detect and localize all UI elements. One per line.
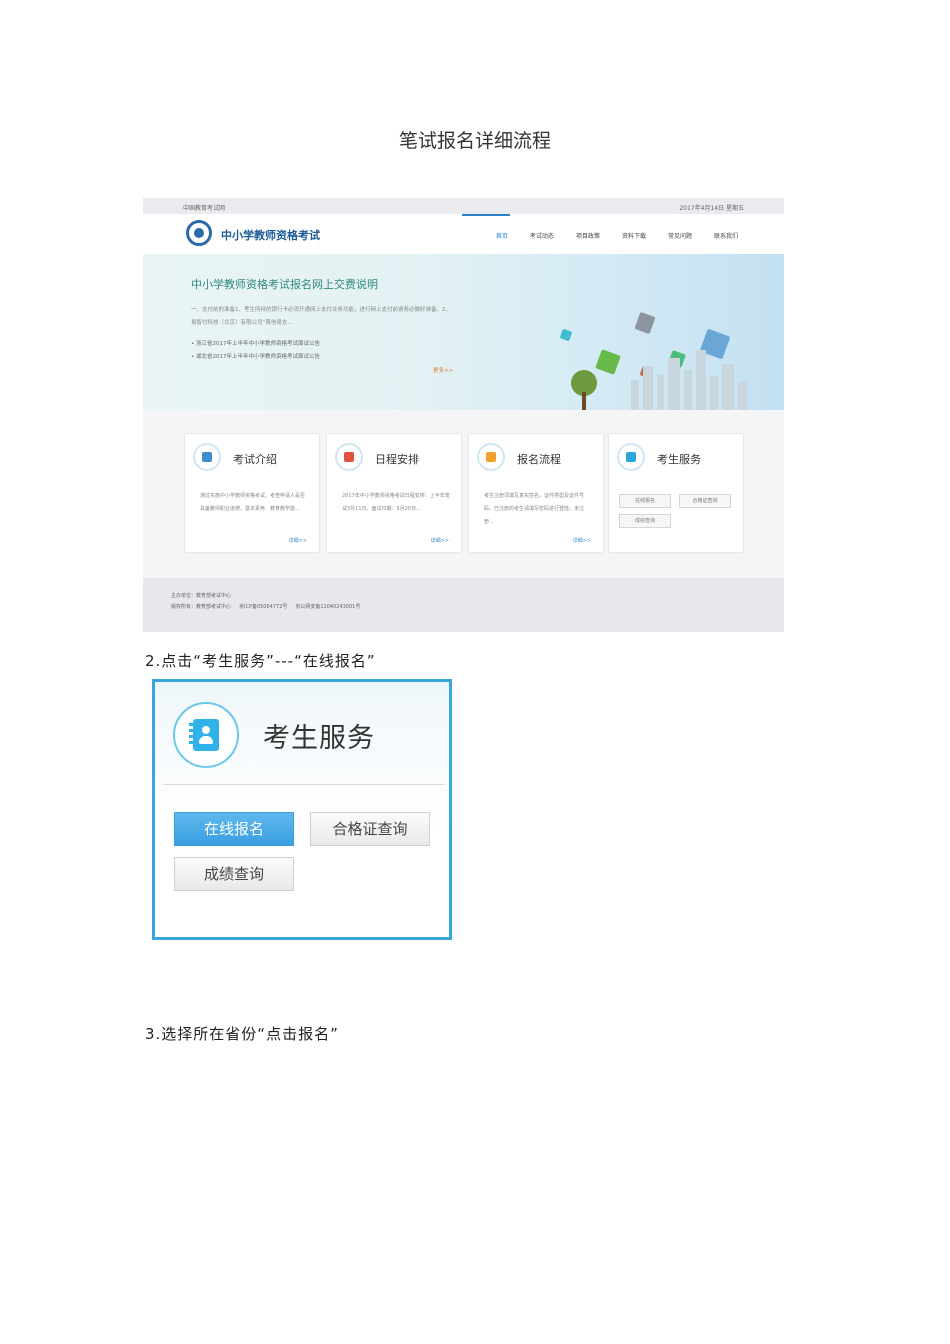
exam-intro-icon — [193, 443, 221, 471]
footer-icp[interactable]: 京ICP备05064772号 — [239, 604, 287, 610]
certificate-query-button[interactable]: 合格证查询 — [679, 494, 731, 508]
score-query-button[interactable]: 成绩查询 — [619, 514, 671, 528]
list-item[interactable]: • 湖北省2017年上半年中小学教师资格考试面试公告 — [191, 351, 320, 364]
city-skyline — [738, 382, 747, 410]
card-body: 考生注册须填写真实姓名，证件类型及证件号码。已注册的考生请填写密码进行登陆，未注… — [484, 493, 585, 525]
decorative-cube-icon — [559, 328, 573, 342]
tree-trunk — [582, 392, 586, 410]
nav-item-downloads[interactable]: 资料下载 — [622, 231, 646, 240]
nav-item-exam-news[interactable]: 考试动态 — [530, 231, 554, 240]
site-footer: 主办单位：教育部考试中心 版权所有：教育部考试中心 京ICP备05064772号… — [143, 578, 784, 632]
card-title: 报名流程 — [517, 453, 561, 466]
schedule-check-icon — [335, 443, 363, 471]
site-network-name: 中国教育考试网 — [183, 205, 226, 212]
step-3-text: 3.选择所在省份“点击报名” — [145, 1025, 339, 1043]
certificate-query-button[interactable]: 合格证查询 — [310, 812, 430, 846]
website-screenshot: 中国教育考试网 2017年4月14日 星期五 中小学教师资格考试 首页 考试动态… — [143, 198, 784, 632]
city-skyline — [643, 366, 653, 410]
card-title: 考试介绍 — [233, 453, 277, 466]
footer-organizer: 主办单位：教育部考试中心 — [171, 593, 232, 599]
logo-icon — [186, 220, 212, 246]
card-exam-intro[interactable]: 考试介绍 通过实施中小学教师资格考试，考查申请人是否具备教师职业道德、基本素养、… — [185, 434, 319, 552]
footer-copyright: 版权所有：教育部考试中心 京ICP备05064772号 京公网安备1104024… — [171, 604, 361, 610]
banner-title[interactable]: 中小学教师资格考试报名网上交费说明 — [191, 276, 378, 292]
registration-process-icon — [477, 443, 505, 471]
site-header: 中小学教师资格考试 首页 考试动态 项目政策 资料下载 常见问题 联系我们 — [143, 214, 784, 254]
nav-item-policies[interactable]: 项目政策 — [576, 231, 600, 240]
list-item[interactable]: • 浙江省2017年上半年中小学教师资格考试面试公告 — [191, 338, 320, 351]
card-candidate-service: 考生服务 在线报名 合格证查询 成绩查询 — [609, 434, 743, 552]
card-title: 考生服务 — [657, 453, 701, 466]
date-display: 2017年4月14日 星期五 — [679, 205, 744, 212]
hero-banner: 中小学教师资格考试报名网上交费说明 一、支付前的准备1、考生所持的银行卡必须开通… — [143, 254, 784, 410]
city-skyline — [710, 376, 718, 410]
step-2-text: 2.点击“考生服务”---“在线报名” — [145, 652, 376, 670]
top-bar: 中国教育考试网 2017年4月14日 星期五 — [143, 198, 784, 214]
decorative-cube-icon — [595, 349, 621, 375]
card-more-link[interactable]: 详细>> — [431, 537, 449, 544]
card-more-link[interactable]: 详细>> — [573, 537, 591, 544]
city-skyline — [722, 364, 734, 410]
card-title: 日程安排 — [375, 453, 419, 466]
divider — [163, 784, 445, 785]
decorative-cube-icon — [634, 311, 656, 335]
city-skyline — [668, 358, 680, 410]
card-body: 通过实施中小学教师资格考试，考查申请人是否具备教师职业道德、基本素养、教育教学能… — [200, 493, 306, 512]
city-skyline — [684, 370, 692, 410]
card-registration-process[interactable]: 报名流程 考生注册须填写真实姓名，证件类型及证件号码。已注册的考生请填写密码进行… — [469, 434, 603, 552]
candidate-service-icon — [617, 443, 645, 471]
card-more-link[interactable]: 详细>> — [289, 537, 307, 544]
city-skyline — [657, 374, 664, 410]
nav-item-home[interactable]: 首页 — [496, 231, 508, 240]
card-body: 2017年中小学教师资格考试日程安排：上半年笔试3月11日，面试日期：5月20日… — [342, 493, 450, 512]
contact-book-icon — [173, 702, 239, 768]
online-registration-button[interactable]: 在线报名 — [619, 494, 671, 508]
banner-more-link[interactable]: 更多>> — [433, 366, 453, 374]
main-nav: 首页 考试动态 项目政策 资料下载 常见问题 联系我们 — [496, 231, 738, 240]
banner-news-list: • 浙江省2017年上半年中小学教师资格考试面试公告 • 湖北省2017年上半年… — [191, 338, 320, 364]
nav-item-faq[interactable]: 常见问题 — [668, 231, 692, 240]
nav-item-contact[interactable]: 联系我们 — [714, 231, 738, 240]
city-skyline — [696, 350, 706, 410]
document-title: 笔试报名详细流程 — [398, 130, 551, 152]
panel-title: 考生服务 — [263, 723, 375, 754]
banner-text: 一、支付前的准备1、考生所持的银行卡必须开通网上支付业务功能，进行网上支付前请务… — [191, 307, 452, 326]
card-schedule[interactable]: 日程安排 2017年中小学教师资格考试日程安排：上半年笔试3月11日，面试日期：… — [327, 434, 461, 552]
site-logo-text[interactable]: 中小学教师资格考试 — [221, 227, 320, 243]
footer-police-record[interactable]: 京公网安备11040243001号 — [295, 604, 360, 610]
candidate-service-panel: 考生服务 在线报名 合格证查询 成绩查询 — [152, 679, 452, 940]
feature-cards: 考试介绍 通过实施中小学教师资格考试，考查申请人是否具备教师职业道德、基本素养、… — [183, 434, 743, 554]
nav-active-indicator — [462, 214, 510, 216]
online-registration-button[interactable]: 在线报名 — [174, 812, 294, 846]
city-skyline — [631, 380, 639, 410]
score-query-button[interactable]: 成绩查询 — [174, 857, 294, 891]
